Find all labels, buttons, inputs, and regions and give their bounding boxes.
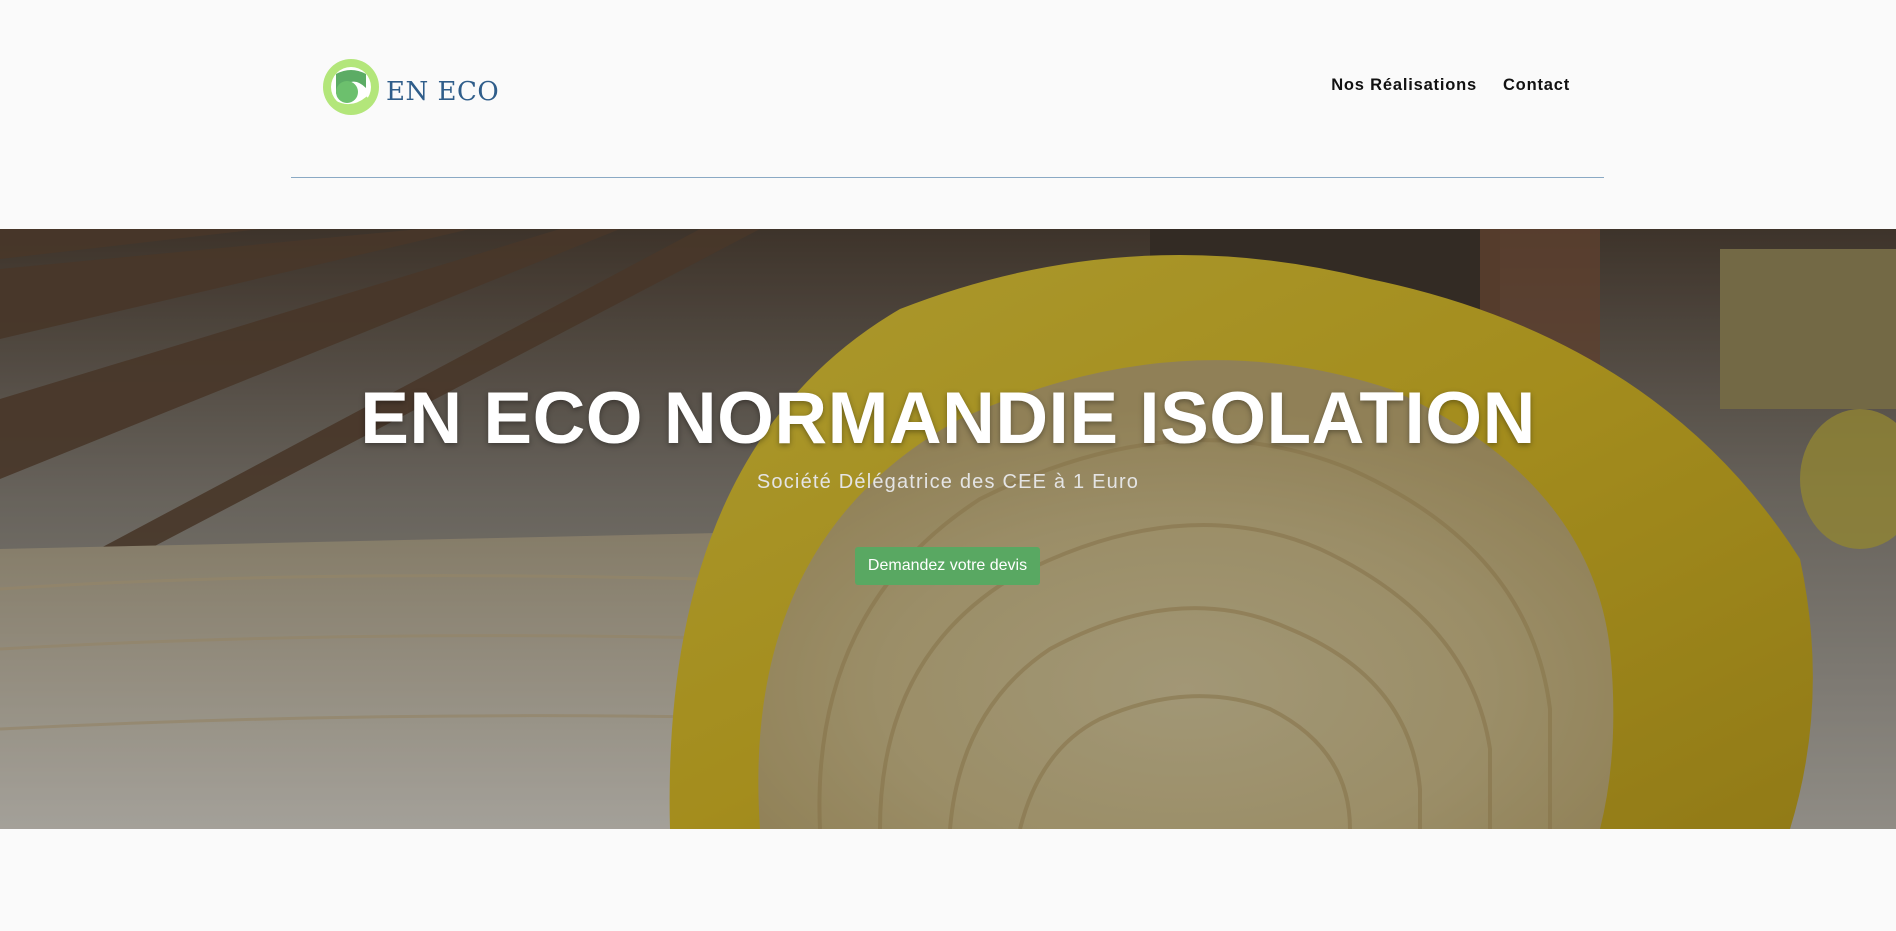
nav-item-contact[interactable]: Contact — [1503, 76, 1570, 95]
hero-overlay — [0, 229, 1896, 829]
nav-item-realisations[interactable]: Nos Réalisations — [1331, 76, 1477, 95]
request-quote-button[interactable]: Demandez votre devis — [855, 547, 1040, 585]
main-nav: Nos Réalisations Contact — [1331, 76, 1570, 95]
hero-subtitle: Société Délégatrice des CEE à 1 Euro — [756, 471, 1140, 493]
leaf-circle-logo-icon — [323, 59, 379, 115]
hero-title: EN ECO NORMANDIE ISOLATION — [360, 378, 1536, 459]
hero-banner: EN ECO NORMANDIE ISOLATION Société Délég… — [0, 229, 1896, 829]
header-divider — [291, 177, 1604, 178]
site-header: EN ECO Nos Réalisations Contact — [0, 0, 1896, 179]
logo-text: EN ECO — [386, 77, 500, 107]
site-logo[interactable]: EN ECO — [322, 58, 499, 116]
